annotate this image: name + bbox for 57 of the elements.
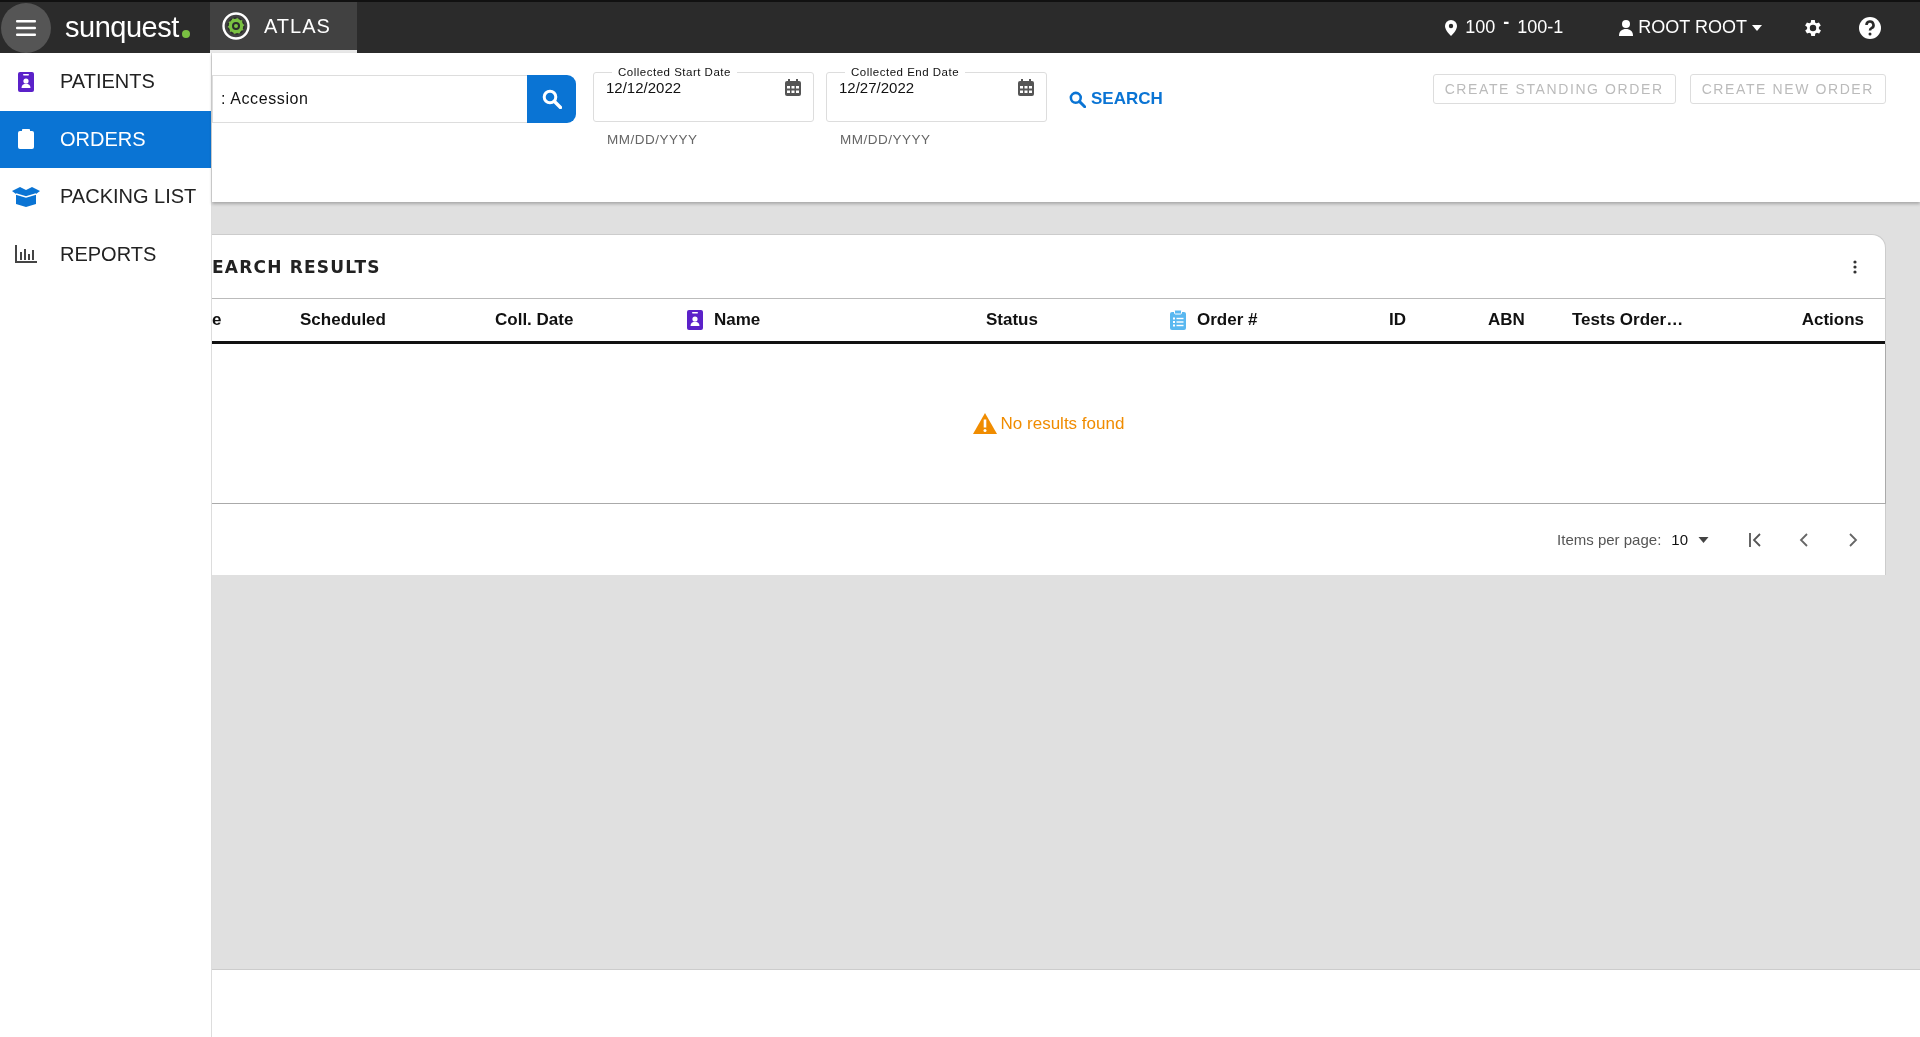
menu-button[interactable]: [1, 2, 51, 53]
first-page-icon: [1749, 532, 1761, 547]
search-field[interactable]: : Accession: [212, 75, 527, 123]
clipboard-icon: [1170, 310, 1186, 330]
unit-code: 100-1: [1517, 17, 1564, 38]
column-header[interactable]: Coll. Date: [495, 310, 574, 330]
column-header[interactable]: e: [212, 310, 222, 330]
column-header[interactable]: Name: [714, 310, 761, 330]
column-header[interactable]: Actions: [1801, 310, 1864, 330]
date-input[interactable]: 12/27/2022: [837, 78, 1012, 97]
clipboard-icon: [18, 129, 34, 150]
column-header[interactable]: Order #: [1197, 310, 1258, 330]
caret-icon: [1698, 536, 1709, 543]
search-link[interactable]: SEARCH: [1069, 89, 1163, 109]
items-per-page-label: Items per page:: [1557, 531, 1662, 548]
format-hint: MM/DD/YYYY: [839, 132, 932, 147]
id-badge-icon: [687, 310, 703, 330]
menu-icon: [16, 19, 36, 36]
location-pin-icon: [1445, 19, 1458, 36]
format-hint: MM/DD/YYYY: [606, 132, 699, 147]
caret-icon: [1752, 24, 1762, 31]
chevron-left-icon: [1798, 532, 1810, 547]
first-page-button[interactable]: [1749, 532, 1761, 547]
calendar-icon[interactable]: [785, 79, 801, 96]
field-label: Collected End Date: [850, 66, 961, 78]
calendar-icon[interactable]: [1018, 79, 1034, 96]
column-header[interactable]: Scheduled: [300, 310, 386, 330]
column-header[interactable]: ABN: [1488, 310, 1525, 330]
user-menu[interactable]: ROOT ROOT: [1619, 17, 1762, 38]
app-tab[interactable]: ATLAS: [210, 2, 357, 53]
search-icon: [1069, 90, 1086, 108]
chevron-right-icon: [1847, 532, 1859, 547]
nav-item[interactable]: ORDERS: [0, 110, 211, 168]
column-header[interactable]: ID: [1389, 310, 1406, 330]
gear-logo-icon: [222, 12, 250, 40]
page-size-select[interactable]: 10: [1671, 531, 1709, 548]
id-badge-icon: [18, 71, 34, 92]
date-field[interactable]: Collected Start Date 12/12/2022: [593, 66, 814, 122]
card-title: EARCH RESULTS: [212, 256, 381, 277]
site-code: 100: [1465, 17, 1496, 38]
empty-message: No results found: [1000, 413, 1125, 434]
date-field[interactable]: Collected End Date 12/27/2022: [826, 66, 1047, 122]
column-header[interactable]: Tests Order…: [1572, 310, 1684, 330]
warning-icon: [972, 413, 997, 434]
bar-chart-icon: [15, 245, 37, 264]
field-label: Collected Start Date: [617, 66, 732, 78]
open-box-icon: [12, 186, 40, 207]
more-options-icon[interactable]: [1853, 259, 1857, 274]
search-button[interactable]: [527, 75, 576, 123]
person-icon: [1619, 19, 1634, 36]
dot-icon: [181, 30, 190, 38]
column-header[interactable]: Status: [986, 310, 1038, 330]
search-icon: [541, 89, 562, 109]
separator: -: [1503, 12, 1510, 33]
brand-logo: sunquest: [65, 11, 179, 44]
date-input[interactable]: 12/12/2022: [604, 78, 779, 97]
help-icon[interactable]: [1858, 15, 1882, 40]
